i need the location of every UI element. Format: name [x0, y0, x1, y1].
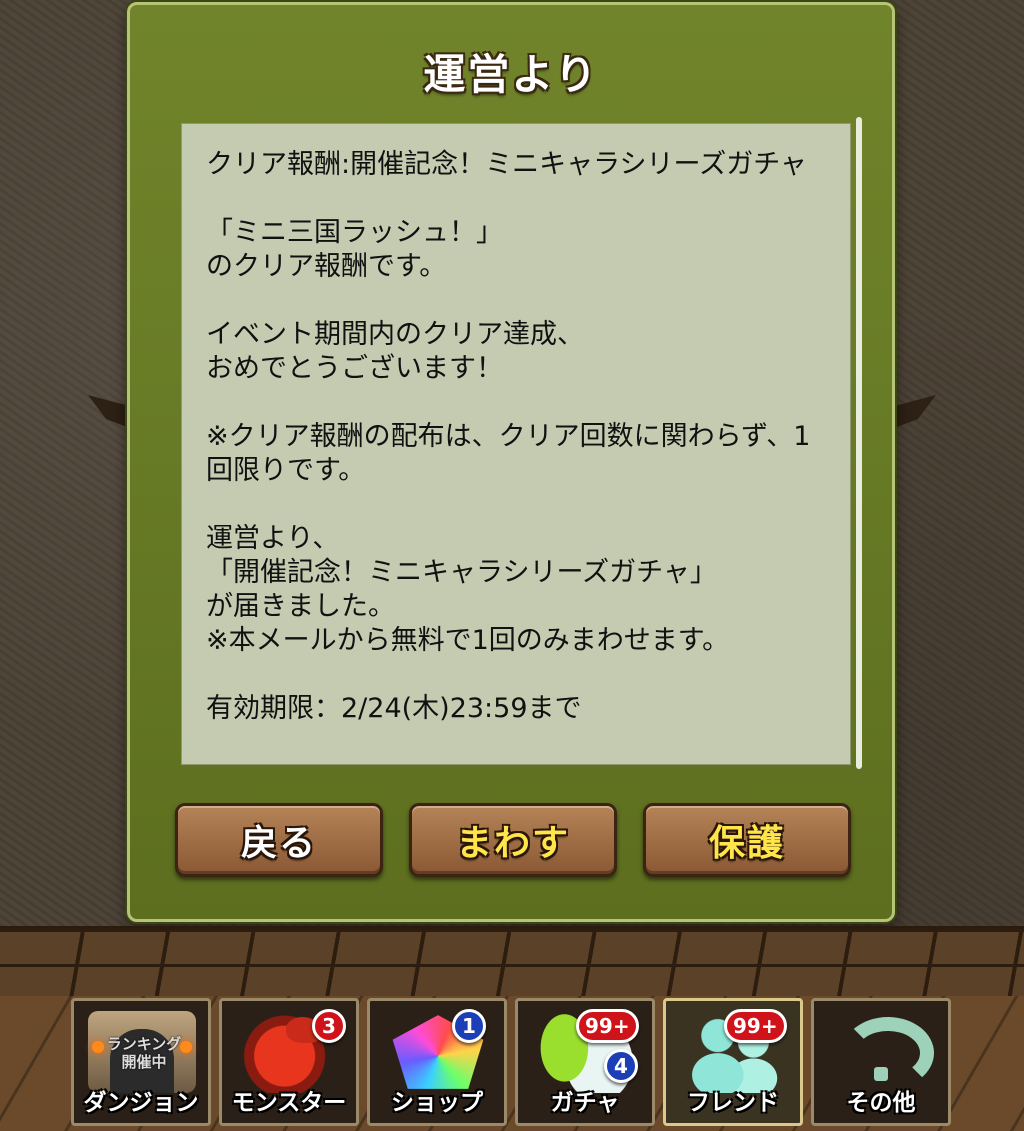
nav-label-gacha: ガチャ	[550, 1090, 620, 1116]
gacha-badge-secondary: 4	[604, 1049, 638, 1083]
spin-button[interactable]: まわす	[409, 803, 617, 877]
nav-dungeon[interactable]: ランキング 開催中 ダンジョン	[71, 998, 211, 1126]
protect-button-label: 保護	[708, 823, 785, 864]
ranking-overlay: ランキング 開催中	[106, 1035, 182, 1071]
message-scrollbar[interactable]	[856, 117, 862, 769]
friend-badge: 99+	[724, 1009, 787, 1043]
nav-label-friend: フレンド	[687, 1090, 779, 1116]
nav-friend[interactable]: 99+ フレンド	[663, 998, 803, 1126]
spin-button-label: まわす	[455, 823, 570, 864]
nav-gacha[interactable]: 99+ 4 ガチャ	[515, 998, 655, 1126]
gacha-badge: 99+	[576, 1009, 639, 1043]
nav-label-monster: モンスター	[231, 1090, 347, 1116]
back-button[interactable]: 戻る	[175, 803, 383, 877]
dialog-title: 運営より	[423, 50, 599, 99]
nav-label-other: その他	[846, 1090, 916, 1116]
stone-divider	[0, 926, 1024, 999]
nav-shop[interactable]: 1 ショップ	[367, 998, 507, 1126]
nav-other[interactable]: その他	[811, 998, 951, 1126]
message-panel[interactable]: クリア報酬:開催記念！ミニキャラシリーズガチャ 「ミニ三国ラッシュ！」 のクリア…	[181, 123, 851, 765]
message-body: クリア報酬:開催記念！ミニキャラシリーズガチャ 「ミニ三国ラッシュ！」 のクリア…	[206, 149, 811, 724]
shop-badge: 1	[452, 1009, 486, 1043]
nav-monster[interactable]: 3 モンスター	[219, 998, 359, 1126]
monster-badge: 3	[312, 1009, 346, 1043]
nav-label-dungeon: ダンジョン	[83, 1090, 199, 1116]
protect-button[interactable]: 保護	[643, 803, 851, 877]
mail-dialog: 運営より クリア報酬:開催記念！ミニキャラシリーズガチャ 「ミニ三国ラッシュ！」…	[127, 2, 895, 922]
scrollbar-thumb[interactable]	[856, 117, 862, 769]
back-button-label: 戻る	[240, 823, 317, 864]
question-icon	[828, 1011, 936, 1093]
nav-label-shop: ショップ	[391, 1090, 483, 1116]
